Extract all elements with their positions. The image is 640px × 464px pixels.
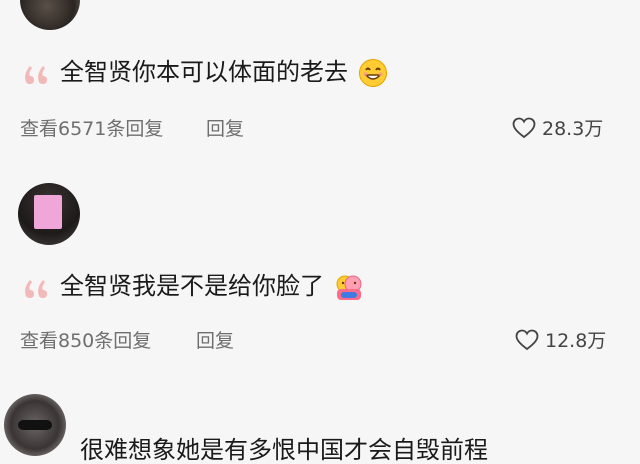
reply-button[interactable]: 回复 — [196, 326, 234, 353]
view-replies-link[interactable]: 查看6571条回复 — [20, 114, 163, 141]
avatar-sunglasses — [18, 420, 52, 430]
reply-button[interactable]: 回复 — [206, 114, 244, 141]
like-count: 12.8万 — [545, 330, 607, 352]
user-avatar[interactable] — [4, 394, 66, 456]
quote-icon — [25, 66, 47, 84]
comment-text-content: 全智贤你本可以体面的老去 — [60, 58, 348, 86]
comment-text-content: 很难想象她是有多恨中国才会自毁前程 — [80, 436, 488, 464]
comment-text: 很难想象她是有多恨中国才会自毁前程 — [80, 436, 488, 464]
like-button[interactable]: 12.8万 — [515, 326, 606, 353]
avatar-mask — [34, 195, 62, 229]
heart-icon — [515, 329, 539, 350]
comment-text: 全智贤你本可以体面的老去 — [60, 58, 388, 88]
user-avatar[interactable] — [20, 0, 80, 30]
smiling-face-icon — [358, 59, 387, 87]
like-count: 28.3万 — [542, 118, 604, 140]
quote-icon — [25, 280, 47, 298]
like-button[interactable]: 28.3万 — [512, 114, 603, 141]
comment-text: 全智贤我是不是给你脸了 — [60, 272, 364, 302]
heart-icon — [512, 117, 536, 138]
view-replies-link[interactable]: 查看850条回复 — [20, 326, 151, 353]
comment-text-content: 全智贤我是不是给你脸了 — [60, 272, 324, 300]
user-avatar[interactable] — [18, 183, 80, 245]
hugging-face-icon — [336, 275, 362, 300]
